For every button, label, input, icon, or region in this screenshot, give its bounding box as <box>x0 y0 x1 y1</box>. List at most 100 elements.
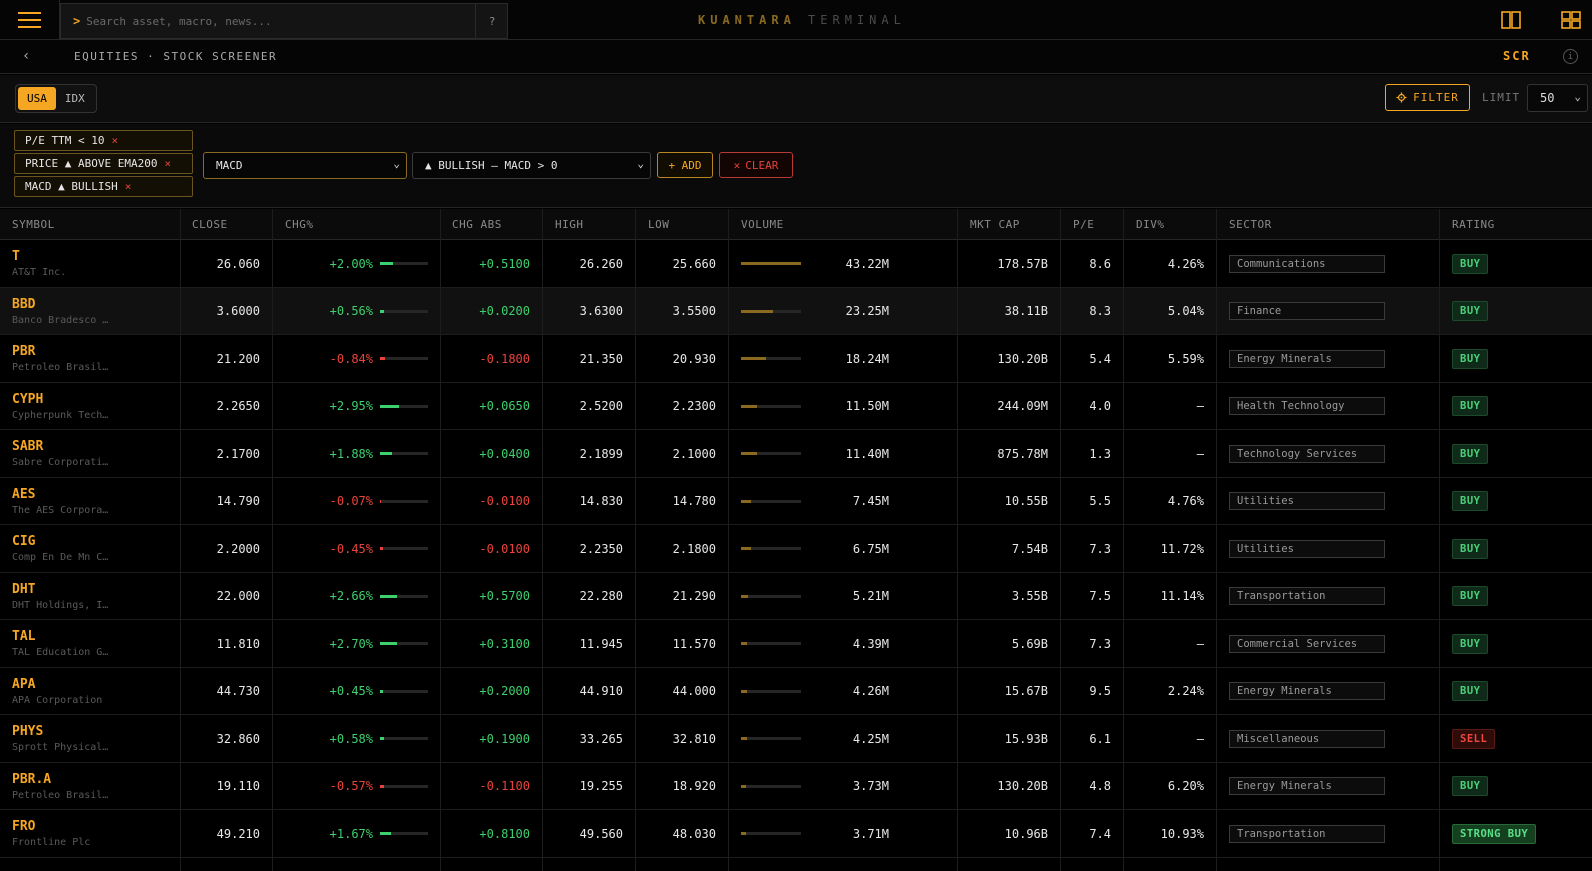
limit-select[interactable]: 50 ⌄ <box>1527 84 1588 112</box>
mkt-cap-cell: 875.78M <box>997 446 1048 461</box>
col-sector[interactable]: SECTOR <box>1229 218 1272 231</box>
indicator-select[interactable]: MACD ⌄ <box>203 152 407 179</box>
add-filter-button[interactable]: + ADD <box>657 152 713 178</box>
ticker[interactable]: FRO <box>12 819 35 834</box>
symbol-cell[interactable]: T AT&T Inc. <box>12 240 66 287</box>
table-row[interactable]: FRO Frontline Plc 49.210 +1.67% +0.8100 49.56… <box>0 810 1592 858</box>
ticker[interactable]: TAL <box>12 629 35 644</box>
sector-tag[interactable]: Commercial Services <box>1229 634 1385 653</box>
table-row[interactable]: SABR Sabre Corporati… 2.1700 +1.88% +0.0400 2… <box>0 430 1592 478</box>
sector-cell: Transportation <box>1229 810 1385 857</box>
search-box[interactable]: > <box>60 3 508 39</box>
ticker[interactable]: PBR.A <box>12 772 51 787</box>
symbol-cell[interactable]: DHT DHT Holdings, I… <box>12 573 108 620</box>
symbol-cell[interactable]: BBD Banco Bradesco … <box>12 288 108 335</box>
table-row[interactable]: BBD Banco Bradesco … 3.6000 +0.56% +0.0200 3.… <box>0 287 1592 335</box>
low-cell: 25.660 <box>672 256 716 271</box>
table-row[interactable]: APA APA Corporation 44.730 +0.45% +0.2000 44.… <box>0 668 1592 715</box>
ticker[interactable]: APA <box>12 677 35 692</box>
market-option-idx[interactable]: IDX <box>56 87 94 110</box>
rating-badge: BUY <box>1452 301 1489 321</box>
col-volume[interactable]: VOLUME <box>741 218 784 231</box>
symbol-cell[interactable]: PBR.A Petroleo Brasil… <box>12 763 108 810</box>
chg-pct-value: -0.07% <box>329 494 373 508</box>
remove-icon[interactable]: × <box>164 157 171 170</box>
symbol-cell[interactable]: PHYS Sprott Physical… <box>12 715 108 762</box>
condition-select[interactable]: ▲ BULLISH — MACD > 0 ⌄ <box>412 152 651 179</box>
sector-tag[interactable]: Communications <box>1229 254 1385 273</box>
symbol-cell[interactable]: CYPH Cypherpunk Tech… <box>12 383 108 430</box>
search-input[interactable] <box>86 14 467 28</box>
div-cell: 10.93% <box>1160 826 1204 841</box>
col-chg-abs[interactable]: CHG ABS <box>452 218 502 231</box>
table-row[interactable]: DHT DHT Holdings, I… 22.000 +2.66% +0.5700 22… <box>0 573 1592 620</box>
table-row[interactable]: CIG Comp En De Mn C… 2.2000 -0.45% -0.0100 2.… <box>0 525 1592 573</box>
volume-value: 5.21M <box>852 589 889 603</box>
col-low[interactable]: LOW <box>648 218 669 231</box>
filter-chip[interactable]: MACD ▲ BULLISH × <box>14 176 193 197</box>
help-button[interactable]: ? <box>475 3 508 39</box>
sector-tag[interactable]: Utilities <box>1229 492 1385 510</box>
table-row[interactable]: PHYS Sprott Physical… 32.860 +0.58% +0.1900 3… <box>0 715 1592 763</box>
sector-tag[interactable]: Energy Minerals <box>1229 349 1385 368</box>
chg-abs-cell: +0.0200 <box>479 304 530 318</box>
ticker[interactable]: DHT <box>12 582 35 597</box>
col-symbol[interactable]: SYMBOL <box>12 218 55 231</box>
symbol-cell[interactable]: AES The AES Corpora… <box>12 478 108 525</box>
symbol-cell[interactable]: APA APA Corporation <box>12 668 102 715</box>
col-chg-pct[interactable]: CHG% <box>285 218 314 231</box>
ticker[interactable]: CYPH <box>12 392 43 407</box>
filter-chip-label: PRICE ▲ ABOVE EMA200 <box>25 157 158 170</box>
info-icon[interactable]: i <box>1563 49 1578 64</box>
col-high[interactable]: HIGH <box>555 218 584 231</box>
symbol-cell[interactable]: PBR Petroleo Brasil… <box>12 335 108 382</box>
col-rating[interactable]: RATING <box>1452 218 1495 231</box>
table-row[interactable]: T AT&T Inc. 26.060 +2.00% +0.5100 26.260 25.66… <box>0 240 1592 288</box>
sector-cell: Health Technology <box>1229 383 1385 430</box>
sector-tag[interactable]: Transportation <box>1229 824 1385 843</box>
sector-tag[interactable]: Miscellaneous <box>1229 729 1385 748</box>
ticker[interactable]: AES <box>12 487 35 502</box>
sector-tag[interactable]: Energy Minerals <box>1229 682 1385 700</box>
table-row[interactable]: PBR Petroleo Brasil… 21.200 -0.84% -0.1800 21… <box>0 335 1592 383</box>
split-layout-icon[interactable] <box>1501 11 1521 29</box>
col-div[interactable]: DIV% <box>1136 218 1165 231</box>
filter-button[interactable]: FILTER <box>1385 84 1470 111</box>
sector-tag[interactable]: Technology Services <box>1229 444 1385 463</box>
remove-icon[interactable]: × <box>125 180 132 193</box>
symbol-cell[interactable]: CIG Comp En De Mn C… <box>12 525 108 572</box>
market-option-usa[interactable]: USA <box>18 87 56 110</box>
remove-icon[interactable]: × <box>111 134 118 147</box>
ticker[interactable]: PBR <box>12 344 35 359</box>
col-mkt-cap[interactable]: MKT CAP <box>970 218 1020 231</box>
sector-tag[interactable]: Health Technology <box>1229 397 1385 415</box>
hamburger-menu-icon[interactable] <box>0 0 60 40</box>
ticker[interactable]: T <box>12 249 20 264</box>
ticker[interactable]: CIG <box>12 534 35 549</box>
col-close[interactable]: CLOSE <box>192 218 228 231</box>
symbol-cell[interactable]: TAL TAL Education G… <box>12 620 108 667</box>
filter-chip[interactable]: PRICE ▲ ABOVE EMA200 × <box>14 153 193 174</box>
col-pe[interactable]: P/E <box>1073 218 1094 231</box>
table-row[interactable]: AES The AES Corpora… 14.790 -0.07% -0.0100 14… <box>0 478 1592 525</box>
company-name: APA Corporation <box>12 694 103 706</box>
clear-filters-button[interactable]: ✕ CLEAR <box>719 152 793 178</box>
table-row[interactable]: CYPH Cypherpunk Tech… 2.2650 +2.95% +0.0650 2… <box>0 383 1592 430</box>
ticker[interactable]: BBD <box>12 297 35 312</box>
sector-tag[interactable]: Transportation <box>1229 587 1385 605</box>
table-row[interactable]: PBR.A Petroleo Brasil… 19.110 -0.57% -0.1100… <box>0 763 1592 810</box>
ticker[interactable]: PHYS <box>12 724 43 739</box>
sector-tag[interactable]: Finance <box>1229 302 1385 320</box>
sector-tag[interactable]: Energy Minerals <box>1229 777 1385 795</box>
grid-layout-icon[interactable] <box>1561 11 1581 29</box>
back-chevron-icon[interactable]: ‹ <box>22 48 30 64</box>
table-row[interactable]: TAL TAL Education G… 11.810 +2.70% +0.3100 11… <box>0 620 1592 668</box>
volume-cell: 11.50M <box>741 383 889 430</box>
sector-tag[interactable]: Utilities <box>1229 539 1385 558</box>
filter-chip[interactable]: P/E TTM < 10 × <box>14 130 193 151</box>
volume-value: 4.26M <box>852 684 889 698</box>
symbol-cell[interactable]: FRO Frontline Plc <box>12 810 90 857</box>
ticker[interactable]: SABR <box>12 439 43 454</box>
company-name: AT&T Inc. <box>12 267 67 278</box>
symbol-cell[interactable]: SABR Sabre Corporati… <box>12 430 108 477</box>
